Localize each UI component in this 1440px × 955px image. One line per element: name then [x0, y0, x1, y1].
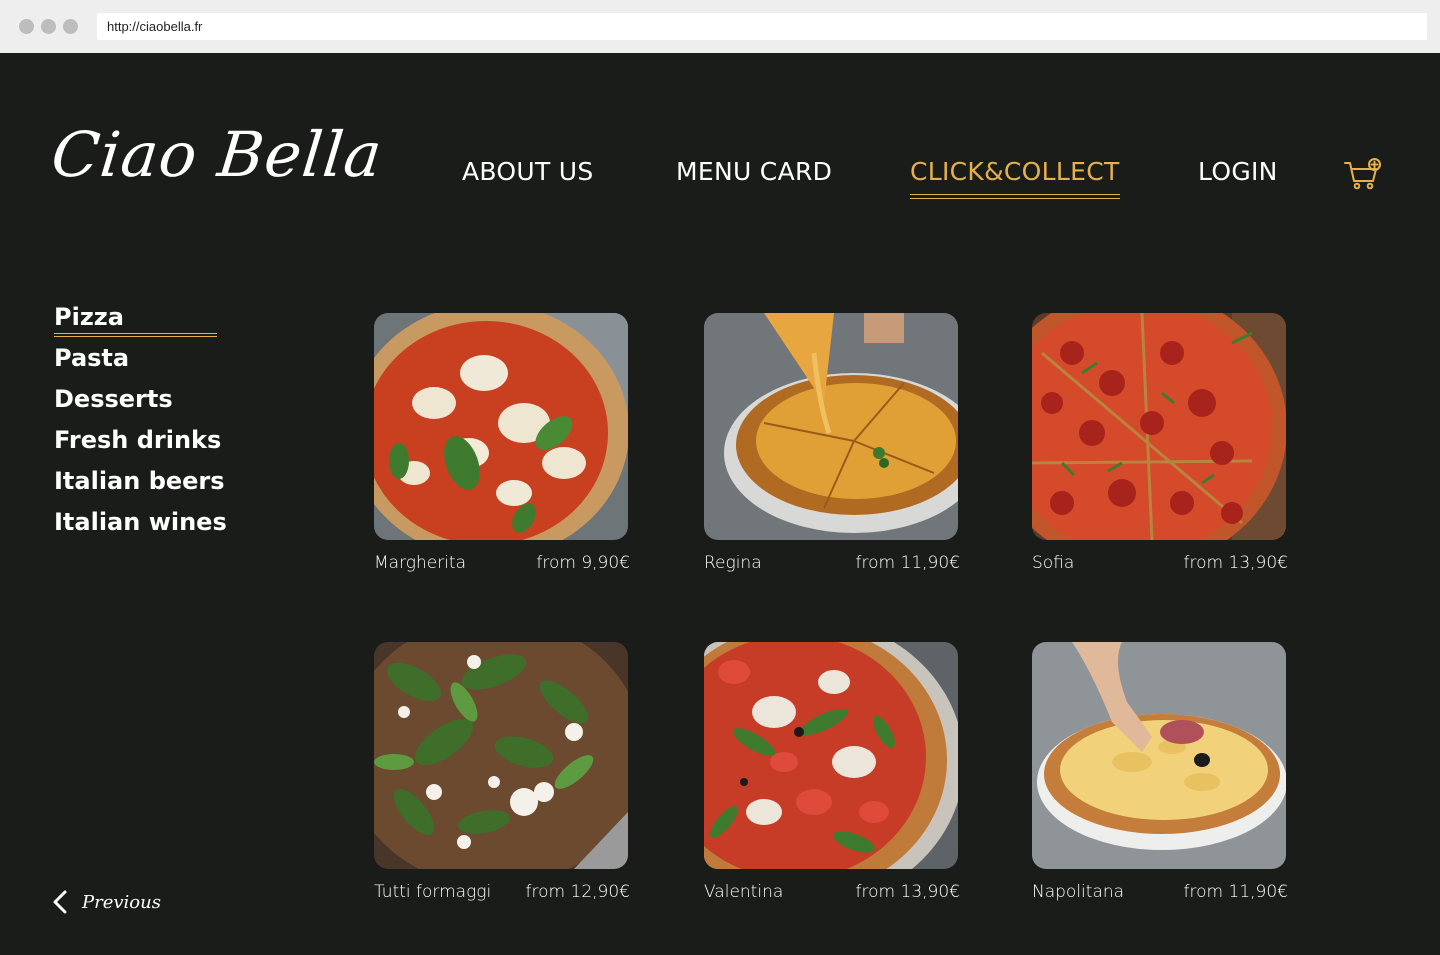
pizza-napolitana-photo[interactable]	[1032, 642, 1286, 869]
nav-click-collect[interactable]: CLICK&COLLECT	[910, 157, 1120, 199]
window-close-dot[interactable]	[19, 19, 34, 34]
product-price: from 11,90€	[1183, 882, 1288, 902]
previous-label: Previous	[82, 891, 161, 913]
pizza-regina-photo[interactable]	[704, 313, 958, 540]
category-italian-wines[interactable]: Italian wines	[54, 506, 227, 547]
pizza-margherita-photo[interactable]	[374, 313, 628, 540]
category-italian-beers[interactable]: Italian beers	[54, 465, 227, 506]
active-category-underline	[54, 333, 217, 337]
product-name: Regina	[704, 553, 762, 573]
cart-add-icon[interactable]	[1343, 157, 1383, 191]
product-card[interactable]: Sofia from 13,90€	[1032, 313, 1288, 573]
active-nav-underline	[910, 194, 1120, 199]
brand-logo[interactable]: Ciao Bella	[48, 118, 386, 191]
category-desserts[interactable]: Desserts	[54, 383, 227, 424]
product-card[interactable]: Regina from 11,90€	[704, 313, 960, 573]
category-pizza-label: Pizza	[54, 303, 124, 331]
nav-click-collect-label: CLICK&COLLECT	[910, 157, 1120, 186]
product-price: from 11,90€	[855, 553, 960, 573]
product-card[interactable]: Napolitana from 11,90€	[1032, 642, 1288, 902]
nav-login[interactable]: LOGIN	[1198, 157, 1278, 186]
nav-menu-card[interactable]: MENU CARD	[676, 157, 832, 186]
product-card[interactable]: Margherita from 9,90€	[374, 313, 630, 573]
pizza-sofia-photo[interactable]	[1032, 313, 1286, 540]
product-card[interactable]: Valentina from 13,90€	[704, 642, 960, 902]
nav-about-us[interactable]: ABOUT US	[462, 157, 594, 186]
pizza-tutti-formaggi-photo[interactable]	[374, 642, 628, 869]
product-price: from 12,90€	[525, 882, 630, 902]
product-name: Valentina	[704, 882, 784, 902]
category-fresh-drinks[interactable]: Fresh drinks	[54, 424, 227, 465]
window-minimize-dot[interactable]	[41, 19, 56, 34]
product-name: Tutti formaggi	[374, 882, 492, 902]
chevron-left-icon	[53, 890, 67, 914]
category-pasta[interactable]: Pasta	[54, 342, 227, 383]
product-price: from 9,90€	[536, 553, 630, 573]
product-price: from 13,90€	[1183, 553, 1288, 573]
product-card[interactable]: Tutti formaggi from 12,90€	[374, 642, 630, 902]
browser-chrome: http://ciaobella.fr	[0, 0, 1440, 53]
product-name: Margherita	[374, 553, 467, 573]
address-bar[interactable]: http://ciaobella.fr	[97, 13, 1427, 40]
pizza-valentina-photo[interactable]	[704, 642, 958, 869]
product-name: Napolitana	[1032, 882, 1125, 902]
product-price: from 13,90€	[855, 882, 960, 902]
previous-button[interactable]: Previous	[52, 887, 161, 917]
window-maximize-dot[interactable]	[63, 19, 78, 34]
category-pizza[interactable]: Pizza	[54, 301, 227, 342]
product-name: Sofia	[1032, 553, 1075, 573]
category-sidebar: Pizza Pasta Desserts Fresh drinks Italia…	[54, 301, 227, 547]
page: Ciao Bella ABOUT US MENU CARD CLICK&COLL…	[0, 53, 1440, 955]
